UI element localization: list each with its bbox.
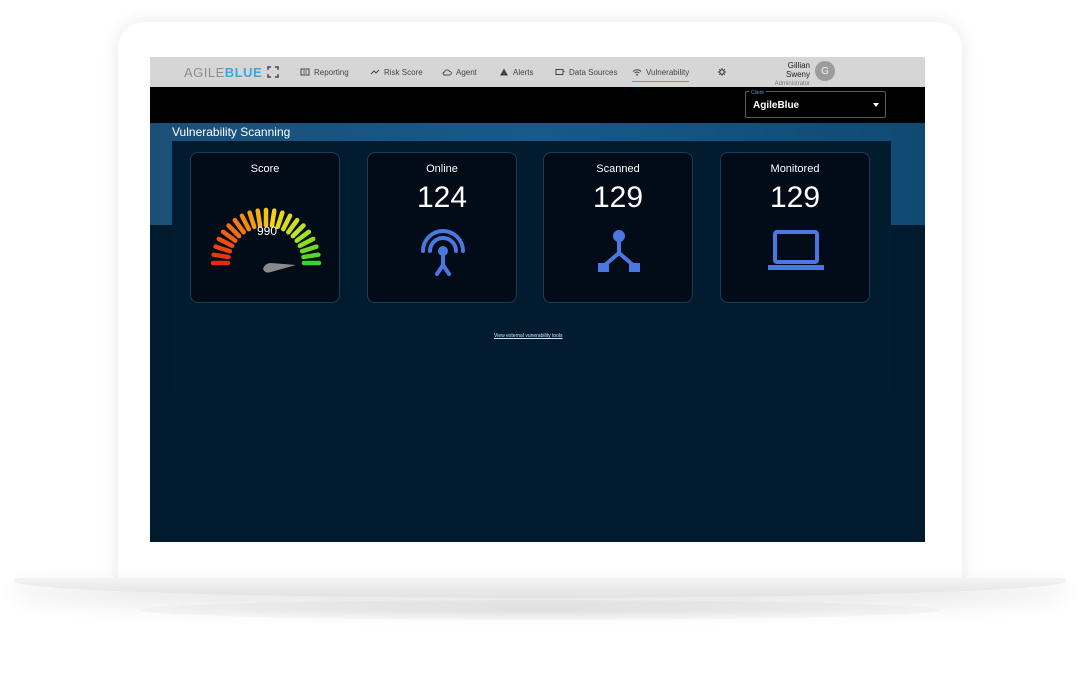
- monitored-card[interactable]: Monitored 129: [720, 152, 870, 303]
- client-select-value: AgileBlue: [753, 100, 800, 111]
- nav-item-label: Alerts: [513, 67, 534, 77]
- page-title: Vulnerability Scanning: [172, 125, 291, 139]
- data-source-icon: [555, 67, 565, 77]
- card-title: Scanned: [596, 163, 640, 175]
- gauge-needle: [263, 263, 296, 273]
- scanned-count: 129: [592, 181, 644, 214]
- trend-icon: [370, 67, 380, 77]
- gauge-tick: [211, 252, 231, 260]
- cloud-icon: [442, 67, 452, 77]
- monitored-count: 129: [769, 181, 821, 214]
- gauge-tick: [301, 252, 321, 260]
- alert-triangle-icon: [499, 67, 509, 77]
- score-value: 990: [256, 224, 278, 238]
- wifi-icon: [632, 67, 642, 77]
- gear-icon: [717, 67, 727, 77]
- online-card[interactable]: Online 124: [367, 152, 517, 303]
- logo-text-blue: BLUE: [224, 64, 263, 80]
- gauge-tick: [239, 213, 251, 232]
- nav-item-data-sources[interactable]: Data Sources: [555, 65, 617, 79]
- nav-item-risk-score[interactable]: Risk Score: [370, 65, 423, 79]
- client-select[interactable]: Client AgileBlue: [745, 90, 886, 118]
- nav-item-label: Risk Score: [384, 67, 423, 77]
- logo-text-agile: AGILE: [184, 64, 225, 80]
- app-logo[interactable]: AGILE BLUE: [184, 64, 279, 80]
- chevron-down-icon: [873, 103, 879, 107]
- score-card[interactable]: Score 990: [190, 152, 340, 303]
- user-info[interactable]: Gillian Sweny Administrator: [762, 61, 810, 87]
- laptop-base: [14, 578, 1066, 598]
- laptop-icon: [768, 230, 824, 270]
- nav-item-alerts[interactable]: Alerts: [499, 65, 533, 79]
- nav-item-label: Data Sources: [569, 67, 618, 77]
- settings-button[interactable]: [717, 65, 731, 79]
- card-title: Monitored: [770, 163, 820, 175]
- external-tools-link[interactable]: View external vunerability tools: [494, 333, 563, 339]
- fullscreen-icon[interactable]: [267, 66, 279, 78]
- scanned-card[interactable]: Scanned 129: [543, 152, 693, 303]
- top-navbar: AGILE BLUE Reporting Risk Score Agent Al…: [150, 57, 925, 87]
- card-title: Score: [250, 163, 280, 175]
- avatar[interactable]: G: [815, 61, 835, 81]
- online-count: 124: [416, 181, 468, 214]
- nav-item-vulnerability[interactable]: Vulnerability: [632, 65, 690, 82]
- gauge-tick: [216, 236, 235, 248]
- gauge-icon: [210, 207, 322, 273]
- client-select-label: Client: [749, 90, 766, 96]
- network-icon: [598, 230, 640, 272]
- user-name: Gillian Sweny: [785, 61, 810, 79]
- nav-item-label: Vulnerability: [646, 67, 690, 77]
- laptop-shadow: [140, 600, 940, 620]
- nav-item-agent[interactable]: Agent: [442, 65, 477, 79]
- card-title: Online: [426, 163, 458, 175]
- gauge-tick: [299, 244, 319, 254]
- gauge-tick: [297, 236, 316, 248]
- nav-item-label: Agent: [456, 67, 477, 77]
- gauge-tick: [213, 244, 233, 254]
- app-screen: AGILE BLUE Reporting Risk Score Agent Al…: [150, 57, 925, 542]
- report-icon: [300, 67, 310, 77]
- broadcast-tower-icon: [421, 229, 465, 276]
- nav-item-label: Reporting: [314, 67, 349, 77]
- nav-item-reporting[interactable]: Reporting: [300, 65, 349, 79]
